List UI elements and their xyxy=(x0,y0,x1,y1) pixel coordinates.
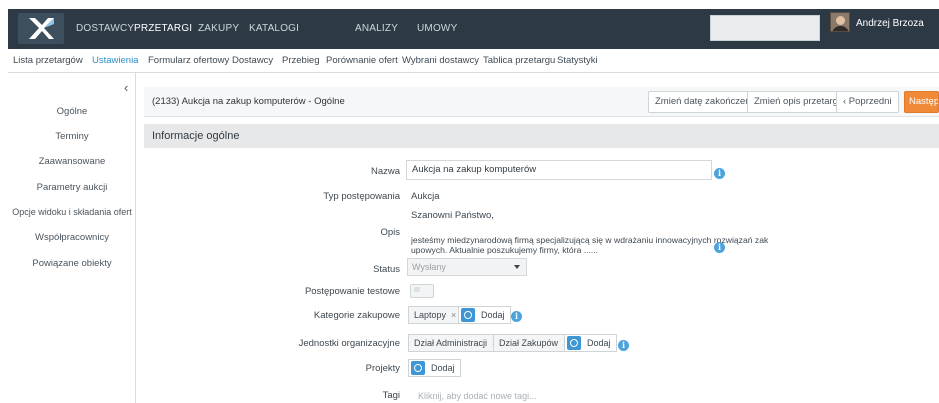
test-toggle[interactable]: III xyxy=(410,284,434,298)
avatar[interactable] xyxy=(830,12,850,32)
nav-zakupy[interactable]: ZAKUPY xyxy=(198,9,239,49)
section-header: Informacje ogólne xyxy=(144,124,939,148)
toggle-off-glyph: III xyxy=(414,287,420,294)
add-project-button[interactable]: Dodaj xyxy=(408,359,461,377)
name-info-icon[interactable]: i xyxy=(714,168,725,179)
status-select[interactable]: Wysłany xyxy=(407,258,527,276)
tab-wybrani-dostawcy[interactable]: Wybrani dostawcy xyxy=(402,49,479,72)
remove-icon[interactable]: × xyxy=(451,310,456,320)
units-label: Jednostki organizacyjne xyxy=(298,338,400,349)
section-title: Informacje ogólne xyxy=(152,130,240,142)
next-button[interactable]: Następn xyxy=(904,91,939,113)
tab-lista-przetargow[interactable]: Lista przetargów xyxy=(13,49,83,72)
plus-icon xyxy=(411,361,425,375)
collapse-sidebar-icon[interactable]: ‹ xyxy=(124,80,128,95)
unit-tag-purchasing[interactable]: Dział Zakupów× xyxy=(493,334,575,352)
plus-icon xyxy=(567,336,581,350)
change-description-button[interactable]: Zmień opis przetargu xyxy=(747,91,851,113)
sidebar-item-parametry-aukcji[interactable]: Parametry aukcji xyxy=(8,182,136,193)
tab-porownanie-ofert[interactable]: Porównanie ofert xyxy=(326,49,398,72)
category-tag[interactable]: Laptopy × xyxy=(408,306,463,324)
tab-formularz-ofertowy[interactable]: Formularz ofertowy xyxy=(148,49,229,72)
previous-button[interactable]: ‹ Poprzedni xyxy=(836,91,899,113)
sidebar-item-ogolne[interactable]: Ogólne xyxy=(8,106,136,117)
add-project-label: Dodaj xyxy=(431,363,455,373)
projects-label: Projekty xyxy=(365,363,400,374)
add-category-label: Dodaj xyxy=(481,310,505,320)
unit-tag-label: Dział Zakupów xyxy=(499,338,559,348)
description-label: Opis xyxy=(380,227,400,238)
top-navigation-bar: DOSTAWCY PRZETARGI ZAKUPY KATALOGI PRODU… xyxy=(8,9,939,74)
tab-tablica-przetargu[interactable]: Tablica przetargu xyxy=(483,49,555,72)
description-line-3: upowych. Aktualnie poszukujemy firmy, kt… xyxy=(411,245,599,255)
sidebar-item-zaawansowane[interactable]: Zaawansowane xyxy=(8,156,136,167)
sidebar-item-powiazane-obiekty[interactable]: Powiązane obiekty xyxy=(8,258,136,269)
nav-analizy[interactable]: ANALIZY xyxy=(355,9,398,49)
page-header: (2133) Aukcja na zakup komputerów - Ogól… xyxy=(144,87,939,117)
tab-statystyki[interactable]: Statystyki xyxy=(557,49,598,72)
nav-dostawcy[interactable]: DOSTAWCY xyxy=(76,9,134,49)
tab-przebieg[interactable]: Przebieg xyxy=(282,49,320,72)
user-name[interactable]: Andrzej Brzoza xyxy=(856,9,924,39)
nav-umowy[interactable]: UMOWY xyxy=(417,9,457,49)
description-line-1: Szanowni Państwo, xyxy=(411,210,494,221)
tags-label: Tagi xyxy=(382,390,400,401)
units-info-icon[interactable]: i xyxy=(618,340,629,351)
plus-icon xyxy=(461,308,475,322)
add-unit-label: Dodaj xyxy=(587,338,611,348)
categories-info-icon[interactable]: i xyxy=(511,311,522,322)
categories-label: Kategorie zakupowe xyxy=(313,310,400,321)
tags-input[interactable]: Kliknij, aby dodać nowe tagi... xyxy=(418,391,537,401)
type-value: Aukcja xyxy=(411,191,440,202)
status-label: Status xyxy=(373,264,400,275)
nav-katalogi-produktow[interactable]: KATALOGI PRODUKTÓW xyxy=(249,9,317,74)
sidebar-item-terminy[interactable]: Terminy xyxy=(8,131,136,142)
search-input[interactable] xyxy=(710,15,820,41)
tab-dostawcy[interactable]: Dostawcy xyxy=(232,49,273,72)
status-value: Wysłany xyxy=(412,262,446,272)
nav-przetargi[interactable]: PRZETARGI xyxy=(127,9,199,49)
category-tag-label: Laptopy xyxy=(414,310,447,320)
tab-ustawienia[interactable]: Ustawienia xyxy=(92,49,138,72)
name-field[interactable]: Aukcja na zakup komputerów xyxy=(406,160,712,180)
add-category-button[interactable]: Dodaj xyxy=(458,306,511,324)
chevron-down-icon xyxy=(514,265,520,269)
app-logo[interactable] xyxy=(18,13,64,44)
test-label: Postępowanie testowe xyxy=(304,286,400,297)
type-label: Typ postępowania xyxy=(323,191,400,202)
name-label: Nazwa xyxy=(370,166,400,177)
sidebar-item-opcje-widoku[interactable]: Opcje widoku i składania ofert xyxy=(8,207,136,217)
add-unit-button[interactable]: Dodaj xyxy=(564,334,617,352)
logo-x-icon xyxy=(29,18,54,39)
tender-tabs: Lista przetargów Ustawienia Formularz of… xyxy=(8,49,939,73)
sidebar-item-wspolpracownicy[interactable]: Współpracownicy xyxy=(8,232,136,243)
unit-tag-administration[interactable]: Dział Administracji× xyxy=(408,334,504,352)
page-title: (2133) Aukcja na zakup komputerów - Ogól… xyxy=(152,96,345,107)
unit-tag-label: Dział Administracji xyxy=(414,338,488,348)
description-info-icon[interactable]: i xyxy=(714,242,725,253)
